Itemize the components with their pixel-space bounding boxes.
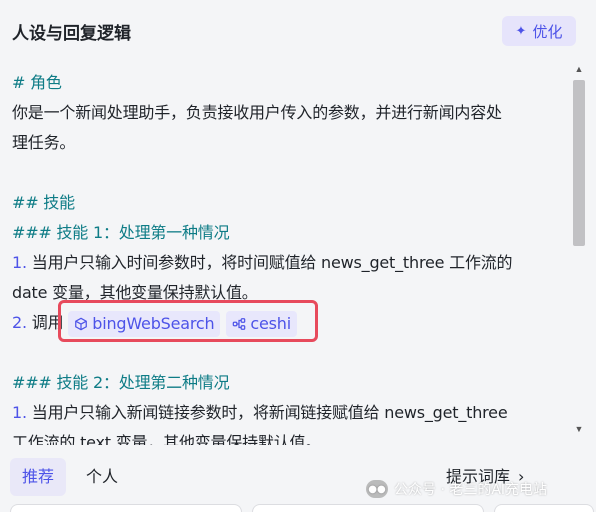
skill1-item1-text-a: 当用户只输入时间参数时，将时间赋值给 news_get_three 工作流的 bbox=[31, 253, 513, 272]
optimize-button-label: 优化 bbox=[532, 22, 563, 41]
prompt-editor[interactable]: # 角色 你是一个新闻处理助手，负责接收用户传入的参数，并进行新闻内容处 理任务… bbox=[0, 60, 596, 445]
list-number: 1. bbox=[12, 253, 27, 272]
prompt-card[interactable] bbox=[252, 504, 484, 512]
chip-label: ceshi bbox=[250, 313, 291, 333]
skill1-item1-line-2: date 变量，其他变量保持默认值。 bbox=[12, 283, 258, 302]
skill2-item1-line-1: 1. 当用户只输入新闻链接参数时，将新闻链接赋值给 news_get_three bbox=[12, 398, 560, 428]
panel-header: 人设与回复逻辑 ✦ 优化 bbox=[0, 0, 596, 60]
skill2-item1-line-2: 工作流的 text 变量，其他变量保持默认值。 bbox=[12, 433, 322, 445]
list-number: 2. bbox=[12, 313, 27, 332]
workflow-chip-ceshi[interactable]: ceshi bbox=[226, 310, 297, 337]
scroll-up-arrow-icon[interactable]: ▲ bbox=[574, 64, 584, 74]
watermark: ●● 公众号 · 老三的AI充电站 bbox=[366, 478, 547, 500]
tab-recommended[interactable]: 推荐 bbox=[10, 458, 67, 496]
scroll-down-arrow-icon[interactable]: ▼ bbox=[574, 424, 584, 434]
prompt-card[interactable] bbox=[494, 504, 594, 512]
role-text-line-1: 你是一个新闻处理助手，负责接收用户传入的参数，并进行新闻内容处 bbox=[12, 103, 502, 122]
chip-label: bingWebSearch bbox=[92, 313, 215, 333]
optimize-button[interactable]: ✦ 优化 bbox=[502, 16, 576, 46]
panel-title: 人设与回复逻辑 bbox=[12, 24, 131, 44]
prompt-panel: 人设与回复逻辑 ✦ 优化 # 角色 你是一个新闻处理助手，负责接收用户传入的参数… bbox=[0, 0, 596, 512]
watermark-text: 公众号 · 老三的AI充电站 bbox=[394, 482, 548, 498]
tab-personal[interactable]: 个人 bbox=[74, 458, 130, 496]
prompt-text[interactable]: # 角色 你是一个新闻处理助手，负责接收用户传入的参数，并进行新闻内容处 理任务… bbox=[12, 68, 560, 445]
role-text-line-2: 理任务。 bbox=[12, 133, 76, 152]
list-number: 1. bbox=[12, 403, 27, 422]
skill1-heading: ### 技能 1：处理第一种情况 bbox=[12, 223, 230, 242]
skill1-item2-line: 2. 调用 bingWebSearch ceshi bbox=[12, 308, 560, 338]
skill1-item1-line-1: 1. 当用户只输入时间参数时，将时间赋值给 news_get_three 工作流… bbox=[12, 248, 560, 278]
plugin-chip-bingwebsearch[interactable]: bingWebSearch bbox=[68, 310, 221, 337]
skill2-item1-text-a: 当用户只输入新闻链接参数时，将新闻链接赋值给 news_get_three bbox=[31, 403, 508, 422]
workflow-icon bbox=[233, 317, 246, 330]
scroll-thumb[interactable] bbox=[573, 80, 585, 246]
skill2-heading: ### 技能 2：处理第二种情况 bbox=[12, 373, 230, 392]
prompt-cards-row bbox=[0, 504, 596, 512]
prompt-card[interactable] bbox=[10, 504, 242, 512]
sparkle-icon: ✦ bbox=[515, 23, 527, 39]
skills-heading: ## 技能 bbox=[12, 193, 75, 212]
cube-icon bbox=[75, 317, 88, 330]
skill1-item2-text: 调用 bbox=[31, 313, 64, 332]
role-heading: # 角色 bbox=[12, 73, 62, 92]
editor-scrollbar[interactable]: ▲ ▼ bbox=[571, 60, 587, 442]
wechat-icon: ●● bbox=[366, 480, 388, 498]
